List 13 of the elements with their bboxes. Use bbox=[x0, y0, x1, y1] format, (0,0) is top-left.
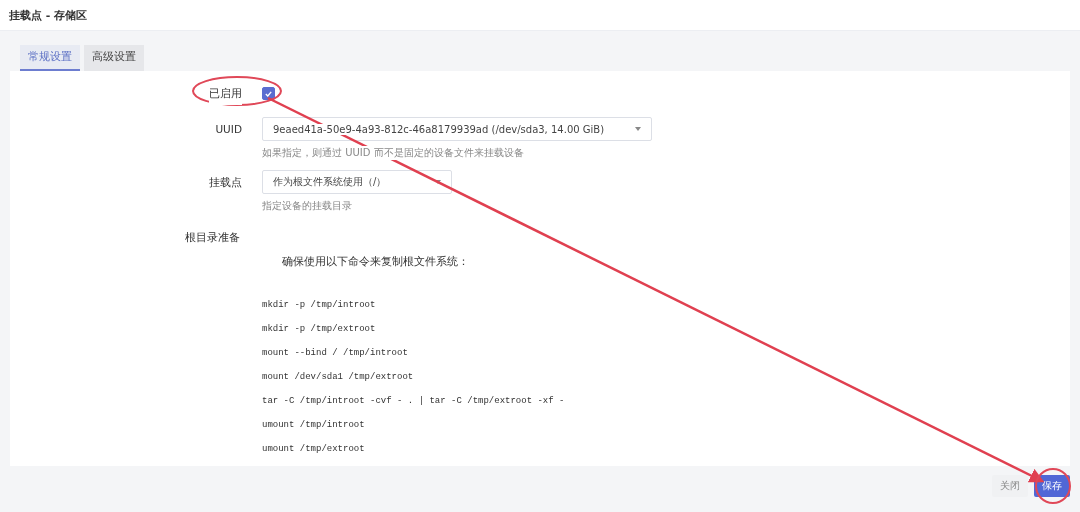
field-hint: 指定设备的挂载目录 bbox=[262, 199, 352, 213]
field-label: 根目录准备 bbox=[185, 231, 240, 245]
page-title: 挂载点 - 存储区 bbox=[9, 7, 88, 23]
annotation-circle bbox=[1035, 468, 1071, 504]
uuid-select[interactable]: 9eaed41a-50e9-4a93-812c-46a8179939ad (/dev/sda3, 14.00 GiB) bbox=[262, 117, 652, 141]
caret-icon bbox=[635, 127, 641, 131]
mount-point-select[interactable]: 作为根文件系统使用（/） bbox=[262, 170, 452, 194]
field-hint: 如果指定，则通过 UUID 而不是固定的设备文件来挂载设备 bbox=[262, 146, 524, 160]
caret-icon bbox=[435, 180, 441, 184]
field-label: 已启用 bbox=[209, 81, 242, 105]
check-icon bbox=[265, 90, 272, 97]
tab[interactable]: 常规设置 bbox=[20, 45, 80, 71]
tab[interactable]: 高级设置 bbox=[84, 45, 144, 71]
